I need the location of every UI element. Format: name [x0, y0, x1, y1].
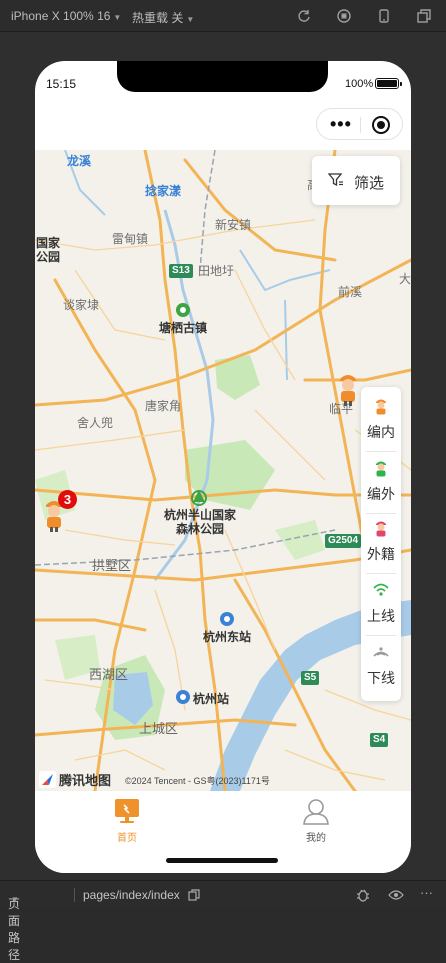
tab-home[interactable]: 首页	[97, 797, 157, 845]
battery-icon	[375, 78, 402, 89]
legend-item-staff-internal[interactable]: 编内	[361, 387, 401, 447]
user-icon	[303, 799, 329, 825]
divider	[74, 888, 75, 902]
legend-label: 编外	[367, 486, 395, 502]
logo-text: 腾讯地图	[59, 773, 112, 788]
filter-icon	[328, 173, 343, 187]
highway-shield: S4	[370, 733, 389, 747]
tencent-map-logo: 腾讯地图	[39, 770, 111, 789]
legend-label: 下线	[367, 670, 395, 686]
hotreload-select[interactable]: 热重载 关 ▼	[132, 9, 194, 26]
phone-icon[interactable]	[377, 9, 391, 23]
map-label: 杭州东站	[203, 630, 252, 644]
battery-percent: 100%	[345, 78, 374, 90]
map-label: 公园	[36, 250, 61, 264]
map-label: 森林公园	[176, 522, 225, 536]
wifi-offline-icon	[373, 647, 389, 657]
mini-program-capsule: •••	[316, 108, 403, 140]
map-label: 谈家埭	[63, 298, 100, 312]
map-label: 西湖区	[89, 667, 129, 682]
chevron-down-icon: ▼	[11, 895, 19, 904]
map-view[interactable]: 龙溪 捻家漾 新安镇 雷甸镇 田地圩 前溪 谈家埭 塘栖古镇 唐家角 舍人兜 临…	[35, 150, 411, 791]
legend-label: 外籍	[367, 546, 395, 562]
page-path-value: pages/index/index	[83, 888, 180, 902]
record-icon[interactable]	[337, 9, 351, 23]
map-label: 田地圩	[198, 264, 235, 278]
eye-icon[interactable]	[388, 889, 404, 901]
filter-button[interactable]: 筛选	[312, 156, 400, 205]
tencent-map-icon	[39, 771, 56, 788]
highway-shield: G2504	[325, 534, 362, 548]
more-dots-icon[interactable]: •••	[330, 115, 352, 133]
highway-shield: S5	[301, 671, 320, 685]
home-indicator	[166, 858, 278, 863]
map-label: 雷甸镇	[112, 232, 149, 246]
map-label: 新安镇	[215, 218, 252, 232]
bug-icon[interactable]	[356, 888, 370, 902]
map-label: 前溪	[338, 285, 363, 299]
map-label: 塘栖古镇	[159, 321, 208, 335]
map-label: 捻家漾	[145, 184, 182, 198]
cluster-count-badge: 3	[58, 490, 77, 509]
ide-toolbar: iPhone X 100% 16 ▼ 热重载 关 ▼	[0, 0, 446, 32]
legend-label: 编内	[367, 424, 395, 440]
tab-mine-label: 我的	[306, 833, 326, 844]
close-target-icon[interactable]	[372, 116, 390, 134]
tab-mine[interactable]: 我的	[286, 797, 346, 845]
map-label: 杭州站	[193, 692, 230, 706]
home-monitor-icon	[115, 799, 139, 823]
wifi-online-icon	[373, 583, 389, 596]
map-label: 上城区	[139, 721, 179, 736]
map-label: 拱墅区	[92, 558, 132, 573]
chevron-down-icon: ▼	[186, 15, 195, 24]
legend-item-staff-external[interactable]: 编外	[361, 449, 401, 509]
window-icon[interactable]	[417, 9, 431, 23]
more-icon[interactable]: ···	[420, 885, 433, 900]
legend-item-offline[interactable]: 下线	[361, 633, 401, 693]
hotreload-select-label: 热重载 关	[132, 11, 184, 25]
worker-orange-icon	[376, 399, 386, 415]
ide-status-bar: 页面路径 ▼ pages/index/index ···	[0, 880, 446, 962]
page-path-label: 页面路径	[8, 897, 21, 962]
map-label: 大	[399, 272, 411, 286]
copy-icon[interactable]	[188, 889, 200, 901]
notch	[117, 61, 328, 92]
tab-home-label: 首页	[117, 833, 137, 844]
worker-cluster-marker[interactable]: 3	[41, 490, 77, 532]
map-label: 唐家角	[145, 399, 182, 413]
legend-label: 上线	[367, 608, 395, 624]
status-time: 15:15	[46, 77, 77, 91]
chevron-down-icon: ▼	[113, 13, 122, 22]
worker-pink-icon	[376, 521, 386, 537]
highway-shield: S13	[169, 264, 193, 278]
device-select-label: iPhone X 100% 16	[11, 9, 111, 23]
rotate-icon[interactable]	[297, 9, 311, 23]
worker-orange-icon	[340, 375, 356, 406]
worker-green-icon	[376, 461, 386, 477]
legend-item-online[interactable]: 上线	[361, 571, 401, 631]
device-select[interactable]: iPhone X 100% 16 ▼	[11, 9, 121, 23]
worker-marker[interactable]	[335, 370, 361, 406]
map-copyright: ©2024 Tencent - GS粤(2023)1171号	[125, 776, 270, 786]
legend-panel: 编内 编外 外籍 上线 下线	[361, 387, 401, 701]
map-label: 舍人兜	[77, 416, 114, 430]
legend-item-foreign[interactable]: 外籍	[361, 509, 401, 569]
map-label: 龙溪	[67, 154, 92, 168]
filter-label: 筛选	[354, 175, 385, 192]
phone-frame: 15:15 100% ••• 龙溪 捻家漾 新安镇 雷甸镇 田地圩 前溪 谈家埭…	[35, 61, 411, 873]
